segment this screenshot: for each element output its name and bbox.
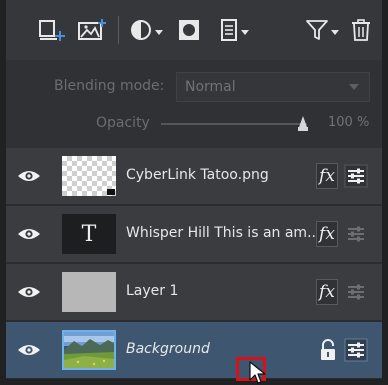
panel-frame (382, 0, 388, 385)
layers-list: CyberLink Tatoo.png fx T Whisper Hill Th… (6, 148, 382, 379)
filter-icon (305, 20, 328, 40)
chevron-down-icon (154, 29, 163, 35)
delete-layer-button[interactable] (346, 14, 376, 46)
visibility-toggle[interactable] (6, 264, 52, 320)
layer-name[interactable]: Layer 1 (126, 283, 178, 299)
layer-row[interactable]: T Whisper Hill This is an am... fx (6, 206, 382, 262)
eye-icon (18, 345, 40, 355)
layer-effects-button[interactable]: fx (316, 163, 338, 189)
layer-thumbnail (62, 272, 116, 312)
eye-icon (18, 229, 40, 239)
layer-name[interactable]: CyberLink Tatoo.png (126, 167, 269, 183)
opacity-value: 100 % (328, 115, 370, 130)
chevron-down-icon (240, 29, 249, 35)
lock-icon[interactable] (318, 339, 338, 361)
opacity-slider-thumb-base[interactable] (298, 127, 308, 131)
layer-name[interactable]: Whisper Hill This is an am... (126, 225, 320, 241)
blending-mode-label: Blending mode: (54, 78, 165, 94)
visibility-toggle[interactable] (6, 206, 52, 262)
visibility-toggle[interactable] (6, 322, 52, 378)
adjustment-button[interactable] (126, 14, 166, 46)
layer-row[interactable]: CyberLink Tatoo.png fx (6, 148, 382, 204)
mask-icon (179, 20, 199, 40)
visibility-toggle[interactable] (6, 148, 52, 204)
layer-effects-button[interactable]: fx (316, 279, 338, 305)
panel-frame (0, 379, 388, 385)
layer-name[interactable]: Background (126, 341, 210, 357)
layer-adjust-icon[interactable] (344, 280, 368, 304)
layer-row[interactable]: Layer 1 fx (6, 264, 382, 320)
adjustment-icon (130, 20, 151, 40)
chevron-down-icon (349, 84, 359, 90)
new-layer-icon (39, 20, 65, 41)
layer-thumbnail: T (62, 214, 116, 254)
new-layer-button[interactable] (34, 14, 70, 46)
layer-adjust-icon[interactable] (344, 222, 368, 246)
link-badge-icon (107, 189, 115, 195)
text-layer-glyph: T (81, 221, 97, 247)
add-image-button[interactable] (74, 14, 110, 46)
eye-icon (18, 171, 40, 181)
layer-menu-icon (220, 19, 237, 41)
toolbar-separator (118, 16, 119, 44)
layer-adjust-icon[interactable] (344, 338, 368, 362)
layer-thumbnail (62, 156, 116, 196)
mouse-pointer-icon (249, 361, 266, 384)
opacity-slider-track[interactable] (161, 123, 307, 125)
layers-panel: Blending mode: Normal Opacity 100 % Cybe… (0, 0, 388, 385)
eye-icon (18, 287, 40, 297)
landscape-thumbnail-image (64, 332, 114, 368)
blending-mode-row: Blending mode: Normal (6, 68, 382, 104)
blending-mode-select[interactable]: Normal (176, 72, 370, 102)
layer-row-selected[interactable]: Background (6, 322, 382, 378)
trash-icon (352, 19, 370, 41)
layer-menu-button[interactable] (216, 14, 252, 46)
chevron-down-icon (330, 29, 339, 35)
layer-thumbnail (62, 330, 116, 370)
add-image-icon (78, 19, 106, 40)
mask-button[interactable] (172, 14, 206, 46)
layer-adjust-icon[interactable] (344, 164, 368, 188)
opacity-label: Opacity (96, 115, 150, 131)
opacity-row: Opacity 100 % (6, 108, 382, 140)
layer-effects-button[interactable]: fx (316, 221, 338, 247)
filter-button[interactable] (302, 14, 342, 46)
layers-toolbar (6, 0, 382, 60)
blending-mode-value: Normal (185, 79, 236, 95)
